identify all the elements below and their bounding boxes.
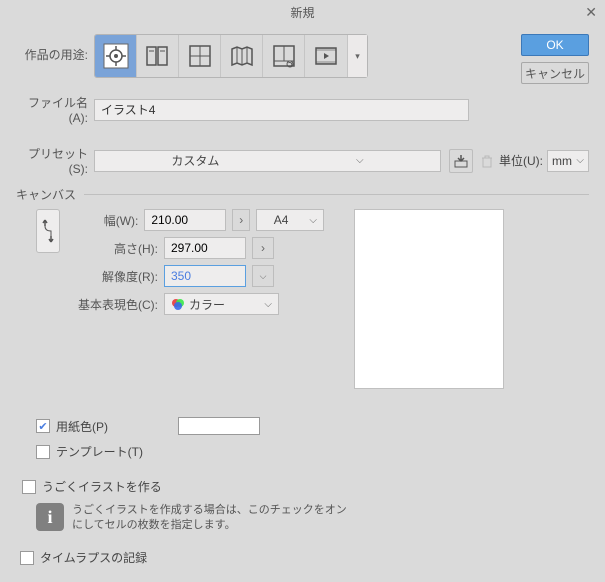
color-mode-value: カラー <box>189 296 225 313</box>
purpose-toolbar: ▾ <box>94 34 368 78</box>
filename-input[interactable] <box>94 99 469 121</box>
paper-color-checkbox[interactable] <box>36 419 50 433</box>
cancel-button[interactable]: キャンセル <box>521 62 589 84</box>
canvas-label: キャンバス <box>16 186 76 203</box>
rgb-icon <box>171 298 185 310</box>
paper-color-label: 用紙色(P) <box>56 418 108 435</box>
ok-button[interactable]: OK <box>521 34 589 56</box>
purpose-label: 作品の用途: <box>16 46 94 63</box>
chevron-down-icon: ⌵ <box>576 155 584 166</box>
unit-label: 単位(U): <box>499 152 543 169</box>
timelapse-checkbox[interactable] <box>20 551 34 565</box>
orientation-toggle[interactable] <box>36 209 60 253</box>
unit-value: mm <box>552 154 572 168</box>
basic-color-label: 基本表現色(C): <box>64 296 164 313</box>
info-icon: i <box>36 503 64 531</box>
template-label: テンプレート(T) <box>56 443 143 460</box>
height-input[interactable] <box>164 237 246 259</box>
filename-label: ファイル名(A): <box>16 94 94 125</box>
close-button[interactable]: ✕ <box>585 4 597 21</box>
timelapse-label: タイムラプスの記録 <box>40 549 147 566</box>
illustration-icon[interactable] <box>95 35 137 77</box>
preset-label: プリセット(S): <box>16 145 94 176</box>
chevron-down-icon: ⌵ <box>356 155 364 166</box>
paper-size-value: A4 <box>274 213 289 227</box>
preset-value: カスタム <box>171 152 219 169</box>
dialog-title: 新規 <box>290 4 314 21</box>
paper-color-swatch[interactable] <box>178 417 260 435</box>
save-preset-button[interactable] <box>449 149 473 173</box>
titlebar: 新規 ✕ <box>0 0 605 24</box>
delete-preset-button[interactable] <box>475 149 499 173</box>
height-label: 高さ(H): <box>64 240 164 257</box>
height-arrow-button[interactable]: › <box>252 237 274 259</box>
purpose-dropdown[interactable]: ▾ <box>347 35 367 77</box>
width-input[interactable] <box>144 209 226 231</box>
template-checkbox[interactable] <box>36 445 50 459</box>
spread-icon[interactable] <box>221 35 263 77</box>
animation-description: うごくイラストを作成する場合は、このチェックをオンにしてセルの枚数を指定します。 <box>72 503 352 534</box>
preset-select[interactable]: カスタム ⌵ <box>94 150 441 172</box>
animation-icon[interactable] <box>263 35 305 77</box>
movie-icon[interactable] <box>305 35 347 77</box>
width-label: 幅(W): <box>64 212 144 229</box>
canvas-preview <box>354 209 504 389</box>
animation-checkbox[interactable] <box>22 480 36 494</box>
resolution-label: 解像度(R): <box>64 268 164 285</box>
paper-size-select[interactable]: A4 ⌵ <box>256 209 324 231</box>
resolution-dropdown-button[interactable]: ⌵ <box>252 265 274 287</box>
unit-select[interactable]: mm ⌵ <box>547 150 589 172</box>
canvas-section-header: キャンバス <box>16 186 589 203</box>
comic-icon[interactable] <box>137 35 179 77</box>
chevron-down-icon: ⌵ <box>264 299 272 310</box>
color-mode-select[interactable]: カラー ⌵ <box>164 293 279 315</box>
chevron-down-icon: ⌵ <box>309 215 317 226</box>
width-arrow-button[interactable]: › <box>232 209 250 231</box>
animation-label: うごくイラストを作る <box>42 478 162 495</box>
book-icon[interactable] <box>179 35 221 77</box>
resolution-input[interactable] <box>164 265 246 287</box>
